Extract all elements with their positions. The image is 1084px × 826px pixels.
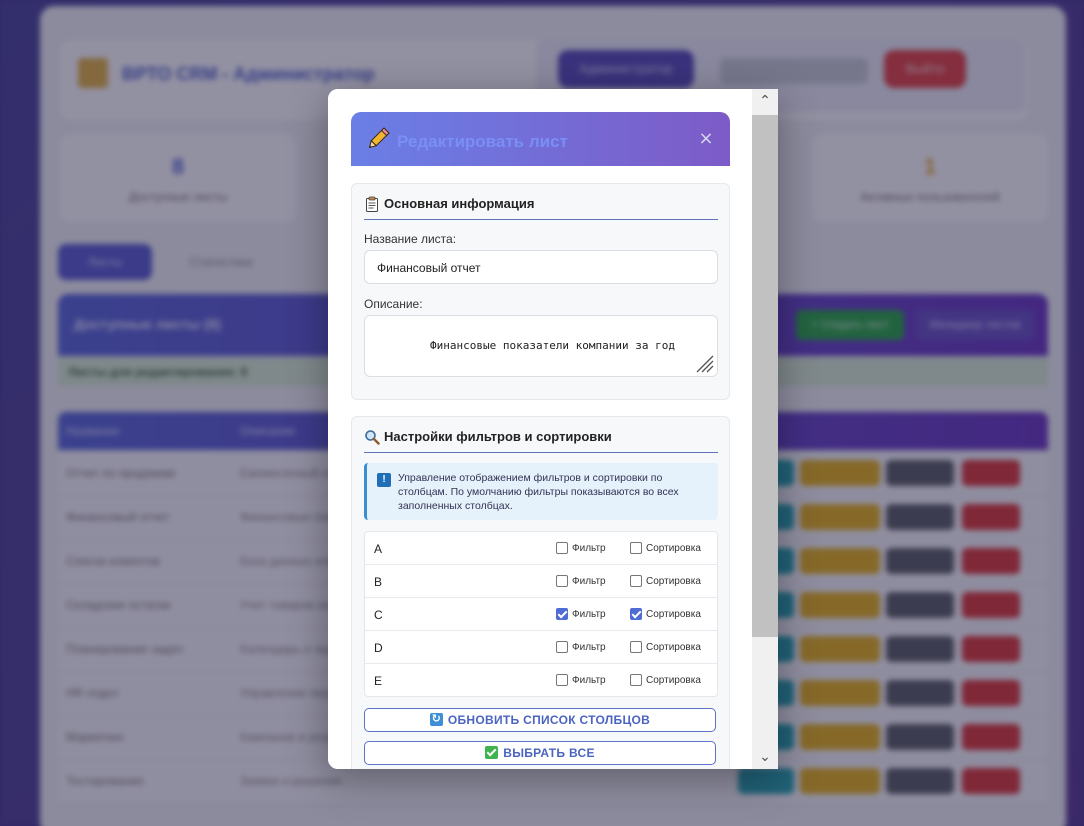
- column-row-b: B Фильтр Сортировка: [365, 565, 717, 598]
- filter-checkbox-label[interactable]: Фильтр: [572, 576, 606, 587]
- magnifier-icon: [365, 430, 380, 445]
- sort-checkbox[interactable]: [630, 542, 642, 554]
- info-icon: !: [377, 473, 391, 487]
- filter-checkbox-label[interactable]: Фильтр: [572, 609, 606, 620]
- sort-checkbox-label[interactable]: Сортировка: [646, 576, 701, 587]
- column-row-c: C Фильтр Сортировка: [365, 598, 717, 631]
- select-all-button[interactable]: ВЫБРАТЬ ВСЕ: [364, 741, 716, 765]
- sort-checkbox-label[interactable]: Сортировка: [646, 642, 701, 653]
- basic-info-section: Основная информация Название листа: Фина…: [351, 183, 730, 400]
- refresh-icon: [429, 711, 443, 726]
- sort-checkbox-label[interactable]: Сортировка: [646, 609, 701, 620]
- sort-checkbox[interactable]: [630, 608, 642, 620]
- scroll-down-icon[interactable]: ⌄: [752, 745, 778, 769]
- modal-content: Редактировать лист × Основная информация…: [328, 89, 752, 769]
- description-label: Описание:: [364, 297, 423, 311]
- refresh-columns-button[interactable]: ОБНОВИТЬ СПИСОК СТОЛБЦОВ: [364, 708, 716, 732]
- section-title: Настройки фильтров и сортировки: [364, 429, 718, 453]
- close-icon[interactable]: ×: [696, 129, 716, 149]
- info-text: Управление отображением фильтров и сорти…: [398, 472, 679, 512]
- description-text: Финансовые показатели компании за год: [429, 339, 676, 352]
- sort-checkbox-label[interactable]: Сортировка: [646, 675, 701, 686]
- clipboard-icon: [366, 196, 378, 212]
- filter-sort-section: Настройки фильтров и сортировки ! Управл…: [351, 416, 730, 769]
- column-settings-list: A Фильтр Сортировка B Фильтр Сортировка C Фильт…: [364, 531, 718, 697]
- filter-checkbox[interactable]: [556, 542, 568, 554]
- filter-checkbox[interactable]: [556, 608, 568, 620]
- pencil-icon: [368, 127, 390, 149]
- section-title-text: Настройки фильтров и сортировки: [384, 429, 612, 444]
- resize-grip-icon[interactable]: [693, 352, 715, 374]
- filter-checkbox-label[interactable]: Фильтр: [572, 543, 606, 554]
- scrollbar-thumb[interactable]: [752, 115, 778, 637]
- scroll-up-icon[interactable]: ⌃: [752, 89, 778, 113]
- filter-checkbox[interactable]: [556, 674, 568, 686]
- sheet-name-input[interactable]: Финансовый отчет: [364, 250, 718, 284]
- sort-checkbox[interactable]: [630, 575, 642, 587]
- sort-checkbox-label[interactable]: Сортировка: [646, 543, 701, 554]
- modal-scrollbar[interactable]: ⌃ ⌄: [752, 89, 778, 769]
- column-letter: E: [374, 674, 383, 688]
- column-row-a: A Фильтр Сортировка: [365, 532, 717, 565]
- select-all-label: ВЫБРАТЬ ВСЕ: [503, 746, 595, 760]
- edit-sheet-modal: Редактировать лист × Основная информация…: [328, 89, 778, 769]
- column-letter: D: [374, 641, 383, 655]
- filter-checkbox-label[interactable]: Фильтр: [572, 675, 606, 686]
- column-row-e: E Фильтр Сортировка: [365, 664, 717, 697]
- column-letter: C: [374, 608, 383, 622]
- filter-checkbox[interactable]: [556, 575, 568, 587]
- description-textarea[interactable]: Финансовые показатели компании за год: [364, 315, 718, 377]
- modal-title: Редактировать лист: [397, 132, 568, 151]
- modal-header: Редактировать лист ×: [351, 112, 730, 166]
- checkmark-icon: [485, 746, 499, 759]
- filter-checkbox-label[interactable]: Фильтр: [572, 642, 606, 653]
- column-row-d: D Фильтр Сортировка: [365, 631, 717, 664]
- section-title: Основная информация: [364, 196, 718, 220]
- name-label: Название листа:: [364, 232, 457, 246]
- section-title-text: Основная информация: [384, 196, 535, 211]
- column-letter: A: [374, 542, 383, 556]
- filter-checkbox[interactable]: [556, 641, 568, 653]
- refresh-columns-label: ОБНОВИТЬ СПИСОК СТОЛБЦОВ: [447, 713, 651, 727]
- sort-checkbox[interactable]: [630, 674, 642, 686]
- column-letter: B: [374, 575, 383, 589]
- sort-checkbox[interactable]: [630, 641, 642, 653]
- info-box: ! Управление отображением фильтров и сор…: [364, 463, 718, 520]
